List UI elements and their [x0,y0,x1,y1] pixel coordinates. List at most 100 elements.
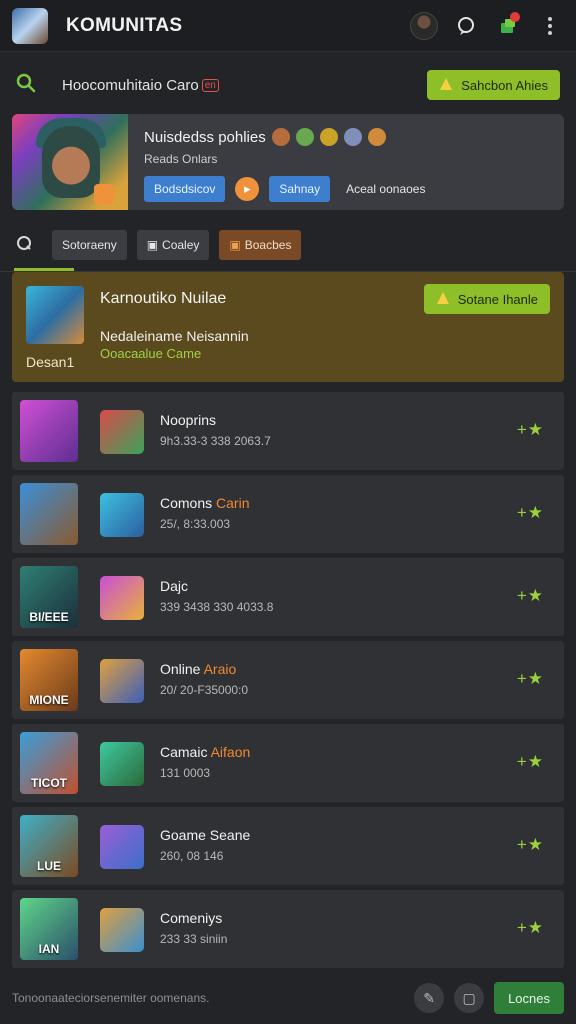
chip-category-1[interactable]: ▣ Coaley [136,230,210,260]
chip-category-0[interactable]: Sotoraeny [52,230,127,260]
member-avatar[interactable] [271,128,290,146]
kebab-menu-icon[interactable] [536,12,564,40]
game-meta: 260, 08 146 [160,849,224,863]
game-icon [100,908,144,952]
member-avatar[interactable] [319,128,338,146]
game-thumbnail: BI/EEE [20,566,78,628]
app-root: KOMUNITAS Hoocomuhitaio Caro en Sahcbon … [0,0,576,1024]
game-name: Goame Seane [160,827,251,843]
game-row[interactable]: TICOT Camaic Aifaon 131 0003 +★ [12,724,564,802]
member-avatar[interactable] [367,128,386,146]
app-logo-icon[interactable] [12,7,48,44]
tools-icon[interactable]: ✎ [414,983,445,1013]
search-icon[interactable] [16,73,36,98]
profile-card: Nuisdedss pohlies Reads Onlars Bodsdsico… [12,114,564,210]
search-text: Hoocomuhitaio Caro [62,76,199,94]
footer-text: Tonoonaateciorsenemiter oomenans. [12,991,210,1005]
add-favorite-icon[interactable]: +★ [517,503,544,523]
search-row: Hoocomuhitaio Caro en Sahcbon Ahies [0,62,576,108]
featured-title: Karnoutiko Nuilae [100,290,227,307]
game-row[interactable]: IAN Comeniys 233 33 siniin +★ [12,890,564,968]
game-thumbnail: TICOT [20,732,78,794]
game-icon [100,493,144,537]
footer: Tonoonaateciorsenemiter oomenans. ✎ ▢ Lo… [0,972,576,1024]
add-favorite-icon[interactable]: +★ [517,918,544,938]
play-icon[interactable]: ▸ [235,177,260,201]
search-button[interactable]: Sahcbon Ahies [427,70,560,100]
search-button-label: Sahcbon Ahies [461,77,548,93]
game-name: Online Araio [160,661,237,677]
chip-label: Coaley [162,238,200,252]
chip-icon: ▣ [229,238,241,252]
notification-badge [510,11,520,22]
user-avatar[interactable] [410,11,438,40]
game-name: Dajc [160,578,189,594]
profile-primary-button[interactable]: Bodsdsicov [144,176,226,202]
game-row[interactable]: LUE Goame Seane 260, 08 146 +★ [12,807,564,885]
profile-link[interactable]: Aceal oonaoes [346,182,425,196]
game-meta: 131 0003 [160,766,211,780]
game-list: Nooprins 9h3.33-3 338 2063.7 +★ Comons C… [12,392,564,973]
profile-subtitle: Reads Onlars [144,152,218,166]
game-meta: 9h3.33-3 338 2063.7 [160,434,271,448]
featured-card[interactable]: Desan1 Karnoutiko Nuilae Nedaleiname Nei… [12,272,564,382]
thumb-label: LUE [37,859,61,873]
chip-category-2[interactable]: ▣ Boacbes [219,230,302,260]
app-title: KOMUNITAS [66,14,183,36]
footer-action-button[interactable]: Locnes [494,982,564,1014]
thumb-label: MIONE [29,693,69,707]
game-name: Comeniys [160,910,223,926]
thumb-label: BI/EEE [29,610,69,624]
game-thumbnail [20,400,78,462]
game-name: Camaic Aifaon [160,744,251,760]
calendar-icon[interactable]: ▢ [454,983,485,1013]
featured-label: Desan1 [26,354,75,370]
featured-action-button[interactable]: Sotane Ihanle [423,284,550,314]
game-thumbnail: LUE [20,815,78,877]
profile-secondary-button[interactable]: Sahnay [269,176,331,202]
featured-highlight: Ooacaalue Came [100,346,202,361]
chip-label: Boacbes [244,238,292,252]
game-thumbnail [20,483,78,545]
game-name: Comons Carin [160,495,250,511]
add-favorite-icon[interactable]: +★ [517,586,544,606]
search-tag: en [201,78,219,92]
member-avatar[interactable] [343,128,362,146]
game-icon [100,410,144,454]
game-icon [100,742,144,786]
notifications-icon[interactable] [494,11,522,40]
profile-title: Nuisdedss pohlies [144,128,266,146]
game-row[interactable]: MIONE Online Araio 20/ 20-F35000:0 +★ [12,641,564,719]
game-thumbnail: IAN [20,898,78,960]
game-thumbnail: MIONE [20,649,78,711]
thumb-label: IAN [38,942,60,956]
add-favorite-icon[interactable]: +★ [517,835,544,855]
chat-bubble-icon[interactable] [452,12,480,40]
featured-button-label: Sotane Ihanle [457,291,538,307]
filter-icon[interactable] [16,235,32,256]
game-meta: 339 3438 330 4033.8 [160,600,274,614]
add-favorite-icon[interactable]: +★ [517,420,544,440]
top-icons [410,11,564,40]
game-icon [100,576,144,620]
trophy-icon [436,291,450,308]
thumb-label: TICOT [31,776,67,790]
chip-icon: ▣ [146,238,159,252]
game-icon [100,659,144,703]
game-meta: 233 33 siniin [160,932,228,946]
search-input[interactable]: Hoocomuhitaio Caro en [62,77,219,94]
game-row[interactable]: BI/EEE Dajc 339 3438 330 4033.8 +★ [12,558,564,636]
game-icon [100,825,144,869]
game-row[interactable]: Comons Carin 25/, 8:33.003 +★ [12,475,564,553]
featured-game-image [26,286,84,344]
member-avatar[interactable] [295,128,314,146]
game-row[interactable]: Nooprins 9h3.33-3 338 2063.7 +★ [12,392,564,470]
add-favorite-icon[interactable]: +★ [517,752,544,772]
add-favorite-icon[interactable]: +★ [517,669,544,689]
game-meta: 20/ 20-F35000:0 [160,683,249,697]
game-name: Nooprins [160,412,217,428]
trophy-icon [439,77,453,94]
top-bar: KOMUNITAS [0,0,576,52]
game-meta: 25/, 8:33.003 [160,517,231,531]
profile-hero-image[interactable] [12,114,128,210]
